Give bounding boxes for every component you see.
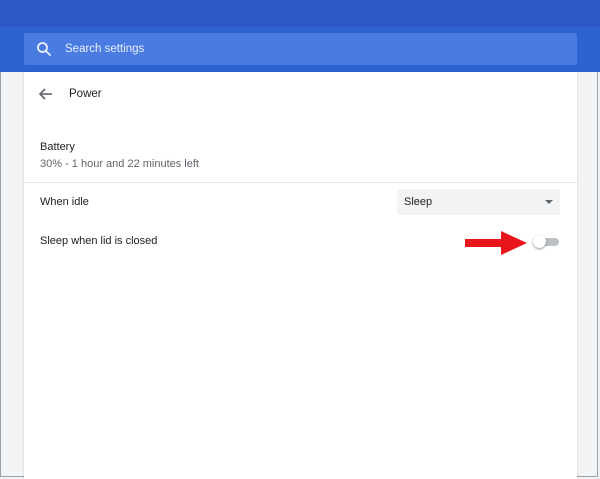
when-idle-select[interactable]: Sleep	[397, 189, 560, 215]
divider	[24, 182, 577, 183]
header-strip	[0, 0, 600, 26]
toggle-knob	[533, 235, 546, 248]
battery-label: Battery	[40, 141, 75, 153]
sleep-lid-label: Sleep when lid is closed	[40, 235, 158, 247]
arrow-back-icon[interactable]	[38, 86, 54, 102]
search-input[interactable]: Search settings	[24, 33, 577, 65]
red-arrow-icon	[465, 231, 527, 255]
settings-panel: Power Battery 30% - 1 hour and 22 minute…	[24, 72, 577, 479]
when-idle-value: Sleep	[404, 196, 433, 208]
battery-status: 30% - 1 hour and 22 minutes left	[40, 158, 199, 170]
dropdown-arrow-icon	[545, 200, 553, 204]
page-header: Power	[24, 72, 577, 120]
sleep-lid-toggle[interactable]	[533, 234, 559, 248]
when-idle-label: When idle	[40, 196, 89, 208]
search-icon	[37, 42, 51, 56]
page-title: Power	[69, 88, 102, 100]
header-bar: Search settings	[0, 0, 600, 72]
search-placeholder: Search settings	[65, 43, 145, 55]
